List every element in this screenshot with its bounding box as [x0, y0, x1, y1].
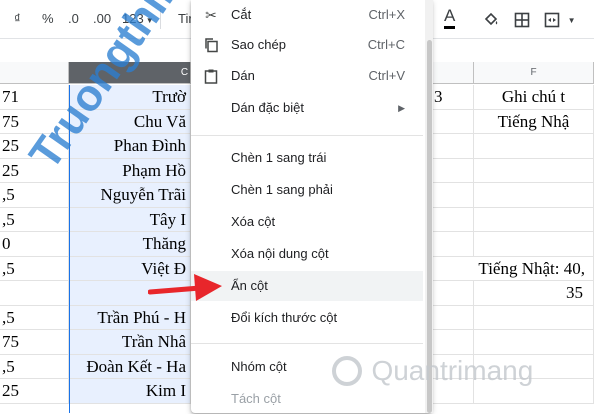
brand-watermark-text: Quantrimang: [371, 355, 534, 387]
cell-column-c[interactable]: Thăng: [69, 232, 191, 257]
brand-logo-icon: [332, 356, 362, 387]
menu-item-label: Xóa cột: [231, 214, 276, 229]
cell-column-f[interactable]: Tiếng Nhậ: [474, 109, 594, 134]
cell-column-e[interactable]: [432, 158, 474, 183]
menu-item-insert-left[interactable]: Chèn 1 sang trái: [191, 143, 423, 173]
merge-cells-button[interactable]: ▼: [544, 0, 576, 38]
cell-column-e[interactable]: [432, 281, 474, 306]
chevron-down-icon: ▼: [567, 16, 576, 25]
menu-item-clear-column[interactable]: Xóa nội dung cột: [191, 239, 423, 269]
cell-column-f[interactable]: [474, 232, 594, 257]
menu-item-delete-column[interactable]: Xóa cột: [191, 207, 423, 237]
cell-column-c[interactable]: Kim I: [69, 379, 191, 404]
menu-divider: [191, 343, 423, 344]
merge-cells-icon: [544, 12, 560, 27]
cell-column-b[interactable]: ,5: [0, 207, 69, 232]
cell-column-c[interactable]: Trần Phú - H: [69, 305, 191, 330]
red-arrow-icon: [148, 274, 222, 301]
menu-item-insert-right[interactable]: Chèn 1 sang phải: [191, 175, 423, 205]
menu-item-label: Chèn 1 sang phải: [231, 182, 333, 197]
menu-item-paste[interactable]: Dán Ctrl+V: [191, 61, 423, 91]
currency-format-button[interactable]: ₫: [14, 0, 21, 38]
menu-item-label: Ẩn cột: [231, 278, 268, 293]
cell-column-f[interactable]: [474, 305, 594, 330]
menu-item-resize-column[interactable]: Đổi kích thước cột: [191, 303, 423, 333]
cell-column-b[interactable]: [0, 281, 69, 306]
menu-item-label: Dán: [231, 68, 255, 83]
cell-column-f[interactable]: [474, 207, 594, 232]
percent-format-button[interactable]: %: [42, 0, 54, 38]
cell-column-f[interactable]: [474, 183, 594, 208]
menu-item-label: Chèn 1 sang trái: [231, 150, 327, 165]
menu-item-cut[interactable]: ✂ Cắt Ctrl+X: [191, 0, 423, 30]
cell-column-e[interactable]: [432, 134, 474, 159]
borders-icon: [514, 12, 530, 27]
cell-column-c[interactable]: Tây I: [69, 207, 191, 232]
cell-column-e[interactable]: 3: [432, 85, 474, 110]
cell-column-e[interactable]: [432, 232, 474, 257]
cell-column-b[interactable]: ,5: [0, 354, 69, 379]
decrease-decimal-label: .0: [68, 11, 79, 26]
cell-column-e[interactable]: [432, 305, 474, 330]
text-color-icon: A: [444, 6, 456, 29]
menu-item-label: Sao chép: [231, 37, 286, 52]
cell-column-f[interactable]: Ghi chú t: [474, 85, 594, 110]
cell-column-b[interactable]: 0: [0, 232, 69, 257]
cell-column-f[interactable]: [474, 134, 594, 159]
cell-column-c[interactable]: Trần Nhâ: [69, 330, 191, 355]
decrease-decimal-button[interactable]: .0: [68, 0, 79, 38]
menu-item-hide-column[interactable]: Ẩn cột: [191, 271, 423, 301]
menu-item-copy[interactable]: Sao chép Ctrl+C: [191, 30, 423, 60]
menu-item-label: Đổi kích thước cột: [231, 310, 338, 325]
scissors-icon: ✂: [205, 7, 217, 23]
menu-item-label: Tách cột: [231, 391, 281, 406]
cell-column-c[interactable]: Đoàn Kết - Ha: [69, 354, 191, 379]
menu-item-label: Xóa nội dung cột: [231, 246, 329, 261]
menu-item-shortcut: Ctrl+X: [368, 7, 405, 22]
text-color-button[interactable]: A: [444, 0, 456, 36]
menu-divider: [191, 135, 423, 136]
menu-item-shortcut: Ctrl+C: [367, 37, 405, 52]
menu-item-shortcut: Ctrl+V: [368, 68, 405, 83]
fill-color-button[interactable]: [483, 0, 499, 38]
brand-watermark: Quantrimang: [332, 350, 533, 389]
copy-icon: [203, 37, 219, 53]
cell-column-e[interactable]: [432, 183, 474, 208]
column-header-f[interactable]: F: [474, 62, 594, 84]
menu-item-label: Dán đặc biệt: [231, 100, 304, 115]
cell-column-b[interactable]: ,5: [0, 183, 69, 208]
submenu-arrow-icon: ▶: [398, 103, 405, 113]
cell-column-b[interactable]: 75: [0, 330, 69, 355]
cell-column-c[interactable]: Phạm Hồ: [69, 158, 191, 183]
cell-column-b[interactable]: ,5: [0, 305, 69, 330]
cell-column-e[interactable]: Tiếng Nhật: 40,: [432, 256, 594, 281]
borders-button[interactable]: [514, 0, 530, 38]
clipboard-icon: [203, 68, 219, 84]
cell-column-b[interactable]: 25: [0, 379, 69, 404]
column-header-e[interactable]: [432, 62, 474, 84]
cell-column-e[interactable]: [432, 109, 474, 134]
cell-column-e[interactable]: [432, 207, 474, 232]
paint-bucket-icon: [484, 12, 498, 25]
cell-column-f[interactable]: 35: [474, 281, 594, 306]
cell-column-b[interactable]: ,5: [0, 256, 69, 281]
menu-item-label: Nhóm cột: [231, 359, 287, 374]
column-letter-f: F: [530, 67, 537, 78]
cell-column-c[interactable]: Nguyễn Trãi: [69, 183, 191, 208]
column-header-b[interactable]: [0, 62, 69, 84]
menu-item-label: Cắt: [231, 7, 252, 22]
menu-item-paste-special[interactable]: Dán đặc biệt ▶: [191, 93, 423, 123]
cell-column-f[interactable]: [474, 158, 594, 183]
